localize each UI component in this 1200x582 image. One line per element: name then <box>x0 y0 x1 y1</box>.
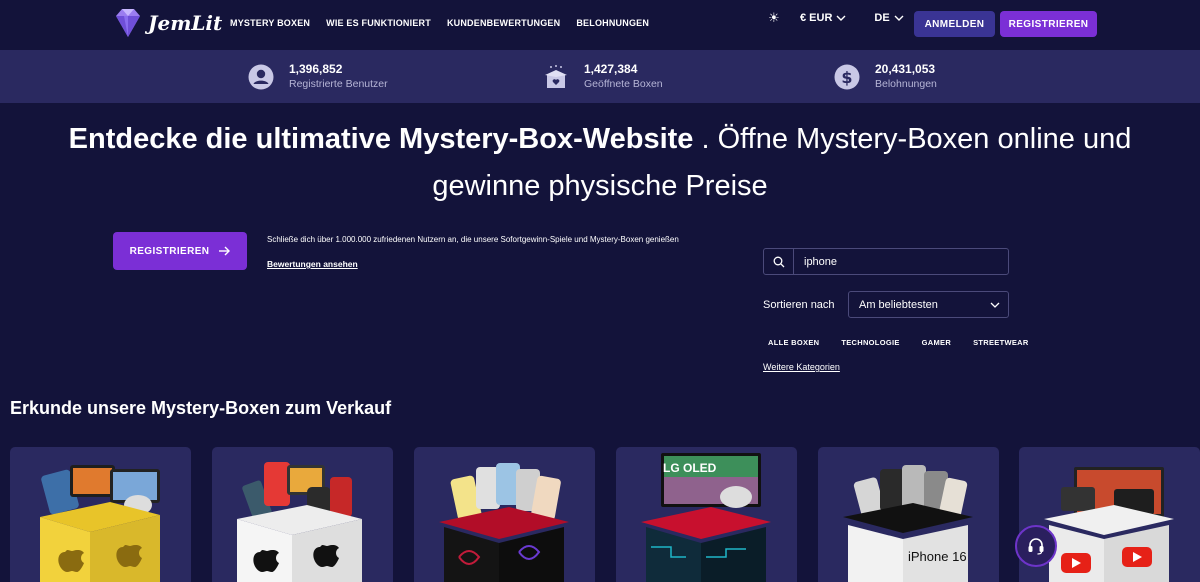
chevron-down-icon <box>836 15 846 21</box>
category-streetwear[interactable]: STREETWEAR <box>973 338 1029 347</box>
search-icon[interactable] <box>764 249 794 274</box>
stat-label: Geöffnete Boxen <box>584 78 663 90</box>
sort-dropdown[interactable]: Am beliebtesten <box>848 291 1009 318</box>
sort-label: Sortieren nach <box>763 299 835 311</box>
reviews-link[interactable]: Bewertungen ansehen <box>267 259 358 269</box>
mystery-box-card[interactable] <box>414 447 595 582</box>
stat-label: Belohnungen <box>875 78 937 90</box>
open-box-icon <box>545 65 567 88</box>
category-all-boxes[interactable]: ALLE BOXEN <box>768 338 819 347</box>
top-navigation: JemLit MYSTERY BOXEN WIE ES FUNKTIONIERT… <box>0 0 1200 48</box>
stat-value: 1,396,852 <box>289 62 343 76</box>
headset-icon <box>1028 538 1044 555</box>
chevron-down-icon <box>990 302 1000 308</box>
stat-value: 1,427,384 <box>584 62 638 76</box>
stat-opened-boxes: 1,427,384 Geöffnete Boxen <box>543 62 663 90</box>
box-image-apple-white <box>237 462 362 582</box>
login-button[interactable]: ANMELDEN <box>914 11 995 37</box>
box-image-apple-yellow <box>40 465 160 582</box>
search-box <box>763 248 1009 275</box>
mystery-box-card[interactable] <box>212 447 393 582</box>
hero-register-button[interactable]: REGISTRIEREN <box>113 232 247 270</box>
register-button[interactable]: REGISTRIEREN <box>1000 11 1097 37</box>
nav-link-mystery-boxes[interactable]: MYSTERY BOXEN <box>230 18 310 28</box>
category-tabs: ALLE BOXEN TECHNOLOGIE GAMER STREETWEAR <box>768 338 1051 347</box>
box-image-lg-oled: LG OLED <box>641 453 771 582</box>
mystery-box-card[interactable]: iPhone 16 <box>818 447 999 582</box>
arrow-right-icon <box>219 246 231 256</box>
join-text: Schließe dich über 1.000.000 zufriedenen… <box>267 235 679 244</box>
brand-name: JemLit <box>148 11 223 35</box>
hero-register-label: REGISTRIEREN <box>129 245 210 257</box>
nav-link-rewards[interactable]: BELOHNUNGEN <box>576 18 649 28</box>
svg-text:$: $ <box>841 68 852 87</box>
brand-logo[interactable]: JemLit <box>112 6 222 40</box>
category-technology[interactable]: TECHNOLOGIE <box>841 338 899 347</box>
hero-headline-bold: Entdecke die ultimative Mystery-Box-Webs… <box>68 123 694 155</box>
category-gamer[interactable]: GAMER <box>922 338 951 347</box>
nav-link-reviews[interactable]: KUNDENBEWERTUNGEN <box>447 18 560 28</box>
stat-value: 20,431,053 <box>875 62 936 76</box>
currency-selector[interactable]: € EUR <box>800 12 846 24</box>
section-title: Erkunde unsere Mystery-Boxen zum Verkauf <box>10 398 392 418</box>
currency-label: € EUR <box>800 12 833 24</box>
nav-link-how-it-works[interactable]: WIE ES FUNKTIONIERT <box>326 18 431 28</box>
box-image-iphone16: iPhone 16 <box>843 465 973 582</box>
language-label: DE <box>874 12 890 24</box>
stat-rewards: $ 20,431,053 Belohnungen <box>834 62 937 90</box>
nav-settings: ☀ € EUR DE <box>768 11 904 25</box>
chevron-down-icon <box>894 15 904 21</box>
dollar-icon: $ <box>834 64 860 90</box>
more-categories-link[interactable]: Weitere Kategorien <box>763 362 840 372</box>
stat-registered-users: 1,396,852 Registrierte Benutzer <box>248 62 388 90</box>
box-label: iPhone 16 <box>908 549 967 564</box>
support-chat-button[interactable] <box>1015 525 1057 567</box>
search-input[interactable] <box>794 255 994 268</box>
hero-headline: Entdecke die ultimative Mystery-Box-Webs… <box>0 116 1200 210</box>
stat-label: Registrierte Benutzer <box>289 78 388 90</box>
mystery-box-card[interactable] <box>10 447 191 582</box>
user-icon <box>248 64 274 90</box>
mystery-box-card[interactable]: LG OLED <box>616 447 797 582</box>
sort-value: Am beliebtesten <box>859 298 938 311</box>
box-image-iphone-red <box>439 463 569 582</box>
language-selector[interactable]: DE <box>874 12 904 24</box>
nav-links: MYSTERY BOXEN WIE ES FUNKTIONIERT KUNDEN… <box>230 18 649 28</box>
gem-icon <box>116 9 140 37</box>
stats-bar: 1,396,852 Registrierte Benutzer 1,427,38… <box>0 50 1200 103</box>
theme-toggle-sun-icon[interactable]: ☀ <box>768 11 782 25</box>
box-label: LG OLED <box>663 461 717 475</box>
